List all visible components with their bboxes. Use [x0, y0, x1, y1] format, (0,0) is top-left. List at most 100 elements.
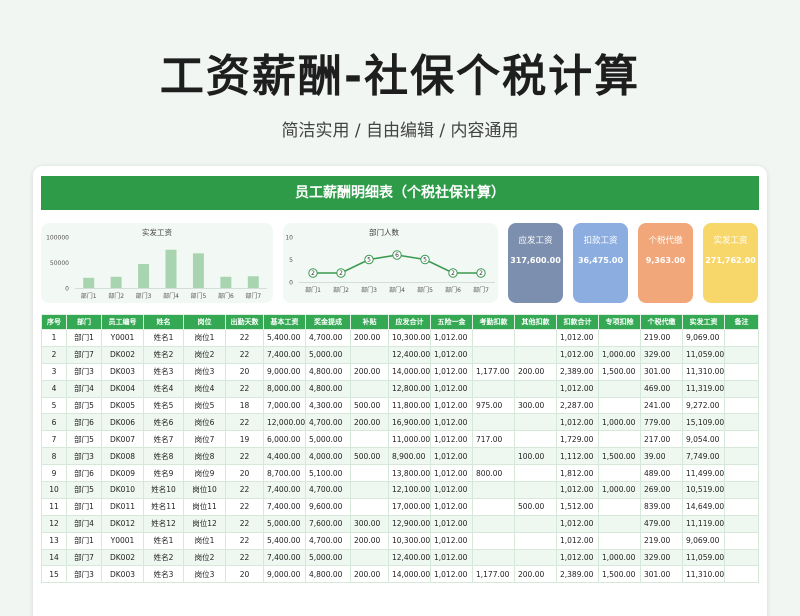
column-header[interactable]: 个税代缴 — [640, 314, 683, 330]
table-cell[interactable]: 部门5 — [66, 430, 102, 449]
table-cell[interactable]: 5,400.00 — [263, 531, 306, 550]
table-cell[interactable] — [724, 329, 759, 347]
table-cell[interactable]: 200.00 — [514, 362, 557, 381]
table-cell[interactable]: 200.00 — [350, 413, 389, 432]
table-cell[interactable]: 1,012.00 — [430, 464, 473, 483]
table-cell[interactable]: 14 — [41, 548, 67, 567]
table-cell[interactable]: 8,700.00 — [263, 464, 306, 483]
table-cell[interactable]: 2,389.00 — [556, 565, 599, 584]
table-cell[interactable]: 301.00 — [640, 565, 683, 584]
table-cell[interactable]: 1,812.00 — [556, 464, 599, 483]
table-cell[interactable]: 1,000.00 — [598, 413, 641, 432]
table-row[interactable]: 15 部门3 DK003 姓名3 岗位3 20 9,000.00 4,800.00 200.00… — [41, 565, 759, 584]
table-cell[interactable] — [350, 345, 389, 364]
table-cell[interactable]: 部门1 — [66, 531, 102, 550]
table-cell[interactable]: 1,012.00 — [430, 548, 473, 567]
table-cell[interactable]: 11,310.00 — [682, 565, 725, 584]
table-cell[interactable]: 22 — [225, 379, 264, 398]
table-cell[interactable] — [724, 464, 759, 483]
table-cell[interactable]: 部门1 — [66, 329, 102, 347]
table-cell[interactable]: 姓名4 — [143, 379, 184, 398]
table-cell[interactable]: 8,900.00 — [388, 447, 431, 466]
table-cell[interactable]: 部门5 — [66, 481, 102, 499]
table-cell[interactable] — [472, 413, 515, 432]
table-cell[interactable]: 12,400.00 — [388, 548, 431, 567]
table-cell[interactable]: 岗位5 — [183, 396, 226, 415]
table-cell[interactable]: 15 — [41, 565, 67, 584]
table-cell[interactable]: 22 — [225, 514, 264, 533]
table-cell[interactable]: 7,000.00 — [263, 396, 306, 415]
table-cell[interactable]: 4,700.00 — [305, 531, 351, 550]
table-cell[interactable]: 1,512.00 — [556, 497, 599, 516]
table-cell[interactable] — [514, 379, 557, 398]
table-cell[interactable]: 22 — [225, 329, 264, 347]
table-cell[interactable]: 部门3 — [66, 362, 102, 381]
table-cell[interactable]: 4,800.00 — [305, 362, 351, 381]
table-cell[interactable]: 岗位9 — [183, 464, 226, 483]
table-row[interactable]: 5 部门5 DK005 姓名5 岗位5 18 7,000.00 4,300.00 500.00 1… — [41, 396, 759, 415]
table-cell[interactable]: 12,100.00 — [388, 481, 431, 499]
table-row[interactable]: 12 部门4 DK012 姓名12 岗位12 22 5,000.00 7,600.00 300.… — [41, 514, 759, 533]
table-cell[interactable]: 9,069.00 — [682, 329, 725, 347]
table-cell[interactable]: 22 — [225, 447, 264, 466]
table-cell[interactable]: 8,000.00 — [263, 379, 306, 398]
table-cell[interactable]: 779.00 — [640, 413, 683, 432]
table-cell[interactable] — [598, 430, 641, 449]
column-header[interactable]: 专项扣除 — [598, 314, 641, 330]
table-cell[interactable]: 269.00 — [640, 481, 683, 499]
table-cell[interactable]: 22 — [225, 413, 264, 432]
table-cell[interactable]: 2,389.00 — [556, 362, 599, 381]
table-row[interactable]: 8 部门3 DK008 姓名8 岗位8 22 4,400.00 4,000.00 500.00 8… — [41, 447, 759, 466]
table-cell[interactable] — [514, 514, 557, 533]
table-cell[interactable]: 1,012.00 — [556, 345, 599, 364]
table-cell[interactable]: DK008 — [101, 447, 144, 466]
table-row[interactable]: 13 部门1 Y0001 姓名1 岗位1 22 5,400.00 4,700.00 200.00… — [41, 531, 759, 550]
table-cell[interactable]: 13,800.00 — [388, 464, 431, 483]
table-cell[interactable]: 1,012.00 — [556, 514, 599, 533]
column-header[interactable]: 出勤天数 — [225, 314, 264, 330]
table-cell[interactable]: 12,400.00 — [388, 345, 431, 364]
table-cell[interactable]: 1,012.00 — [430, 447, 473, 466]
table-cell[interactable]: 1,012.00 — [430, 345, 473, 364]
table-cell[interactable]: 姓名1 — [143, 531, 184, 550]
table-row[interactable]: 7 部门5 DK007 姓名7 岗位7 19 6,000.00 5,000.00 11,000.… — [41, 430, 759, 449]
table-cell[interactable]: 部门1 — [66, 497, 102, 516]
table-cell[interactable]: 11,800.00 — [388, 396, 431, 415]
table-cell[interactable]: DK009 — [101, 464, 144, 483]
table-cell[interactable]: 2,287.00 — [556, 396, 599, 415]
table-cell[interactable]: 20 — [225, 362, 264, 381]
table-cell[interactable] — [724, 430, 759, 449]
table-cell[interactable]: 20 — [225, 565, 264, 584]
table-cell[interactable]: 1,012.00 — [430, 531, 473, 550]
table-cell[interactable] — [472, 514, 515, 533]
column-header[interactable]: 应发合计 — [388, 314, 431, 330]
table-cell[interactable]: 姓名1 — [143, 329, 184, 347]
table-row[interactable]: 9 部门6 DK009 姓名9 岗位9 20 8,700.00 5,100.00 13,800.… — [41, 464, 759, 483]
table-cell[interactable]: 9,600.00 — [305, 497, 351, 516]
table-cell[interactable] — [472, 497, 515, 516]
table-cell[interactable]: 岗位1 — [183, 329, 226, 347]
table-cell[interactable]: 1,729.00 — [556, 430, 599, 449]
table-cell[interactable]: 9,272.00 — [682, 396, 725, 415]
table-cell[interactable]: 4,800.00 — [305, 379, 351, 398]
table-cell[interactable]: 1,012.00 — [430, 565, 473, 584]
table-cell[interactable]: 11,000.00 — [388, 430, 431, 449]
table-cell[interactable]: 6,000.00 — [263, 430, 306, 449]
table-cell[interactable]: 479.00 — [640, 514, 683, 533]
table-cell[interactable]: 岗位3 — [183, 362, 226, 381]
table-row[interactable]: 1 部门1 Y0001 姓名1 岗位1 22 5,400.00 4,700.00 200.00 1… — [41, 329, 759, 347]
table-cell[interactable]: 1,012.00 — [556, 329, 599, 347]
table-cell[interactable] — [598, 464, 641, 483]
table-cell[interactable]: 12,900.00 — [388, 514, 431, 533]
table-cell[interactable] — [724, 396, 759, 415]
table-cell[interactable]: 岗位11 — [183, 497, 226, 516]
table-cell[interactable]: 1,012.00 — [430, 396, 473, 415]
table-cell[interactable]: 10,300.00 — [388, 329, 431, 347]
table-cell[interactable]: 岗位4 — [183, 379, 226, 398]
table-cell[interactable]: 1,000.00 — [598, 481, 641, 499]
table-cell[interactable]: 14,000.00 — [388, 565, 431, 584]
table-cell[interactable]: 39.00 — [640, 447, 683, 466]
table-cell[interactable]: 5,000.00 — [305, 548, 351, 567]
table-cell[interactable]: 300.00 — [350, 514, 389, 533]
table-cell[interactable]: 4 — [41, 379, 67, 398]
